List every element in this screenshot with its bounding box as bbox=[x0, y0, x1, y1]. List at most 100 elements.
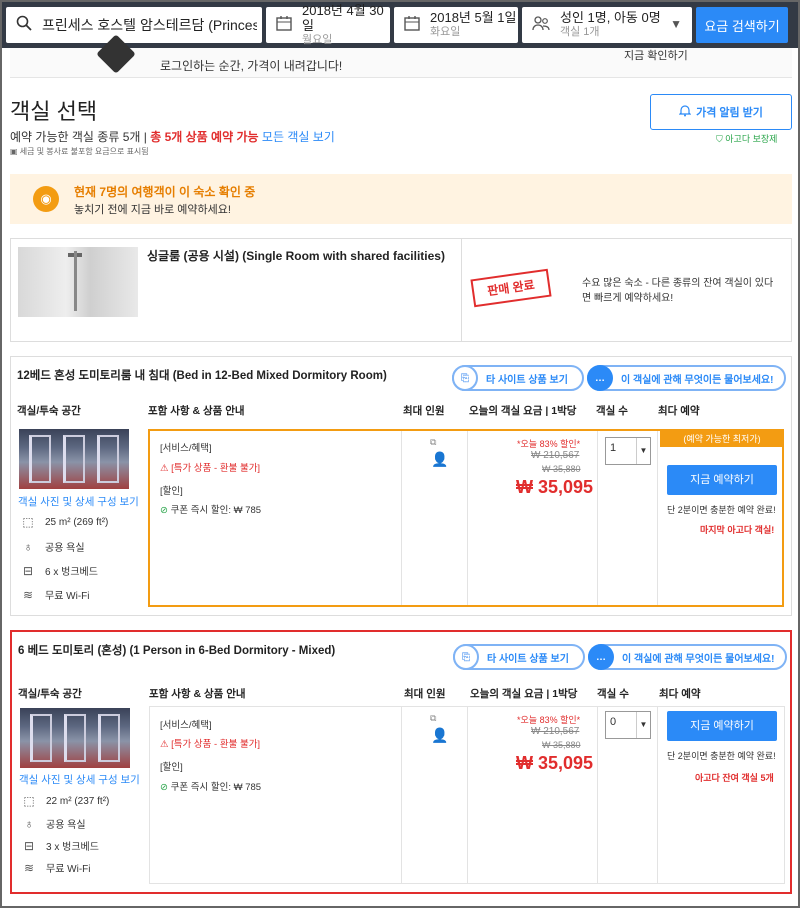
destination-text: 프린세스 호스텔 암스테르담 (Princess Hostel bbox=[42, 17, 257, 33]
coupon-icon: ⊘ bbox=[160, 505, 171, 516]
view-all-rooms-link[interactable]: 모든 객실 보기 bbox=[262, 130, 335, 144]
copy-icon: ⧉ bbox=[430, 437, 437, 447]
room-name: 싱글룸 (공용 시설) (Single Room with shared fac… bbox=[147, 249, 445, 263]
high-demand-note: 수요 많은 숙소 - 다른 종류의 잔여 객실이 있다면 빠르게 예약하세요! bbox=[582, 278, 774, 304]
room-beds: ⊟ 6 x 벙크베드 bbox=[19, 563, 98, 579]
people-icon bbox=[532, 15, 550, 36]
room-size-text: 22 m² (237 ft²) bbox=[46, 795, 110, 807]
ask-question-button[interactable]: … 이 객실에 관해 무엇이든 물어보세요! bbox=[588, 644, 787, 670]
col-header-rooms: 객실 수 bbox=[596, 405, 628, 417]
room-card-12bed: 12베드 혼성 도미토리룸 내 침대 (Bed in 12-Bed Mixed … bbox=[10, 356, 792, 616]
coupon-text: 쿠폰 즉시 할인: ₩ 785 bbox=[170, 782, 262, 793]
viewers-headline: 현재 7명의 여행객이 이 숙소 확인 중 bbox=[74, 185, 256, 199]
shield-icon: ⛉ bbox=[716, 134, 726, 144]
col-header-includes: 포함 사항 & 상품 안내 bbox=[149, 688, 246, 700]
room-qty-value: 0 bbox=[610, 716, 617, 728]
col-header-room: 객실/투숙 공간 bbox=[17, 405, 81, 417]
final-price: ₩ 35,095 bbox=[516, 477, 594, 497]
agoda-guarantee-link[interactable]: ⛉ 아고다 보장제 bbox=[716, 132, 777, 145]
col-header-rooms: 객실 수 bbox=[597, 688, 629, 700]
checkout-date: 2018년 5월 1일 bbox=[430, 10, 517, 25]
available-count-text: 예약 가능한 객실 종류 5개 | bbox=[10, 130, 147, 144]
bed-icon: ⊟ bbox=[22, 563, 34, 578]
available-products-text: 총 5개 상품 예약 가능 bbox=[150, 130, 259, 144]
coupon-row: ⊘ 쿠폰 즉시 할인: ₩ 785 bbox=[160, 777, 261, 795]
service-label: [서비스/혜택] bbox=[160, 720, 212, 731]
tax-note-text: 세금 및 봉사료 불포함 요금으로 표시됨 bbox=[19, 147, 149, 156]
room-photos-link[interactable]: 객실 사진 및 상세 구성 보기 bbox=[19, 772, 140, 787]
room-qty-select[interactable]: 1 ▼ bbox=[605, 437, 651, 465]
book-now-button[interactable]: 지금 예약하기 bbox=[667, 711, 777, 741]
destination-search-field[interactable]: 프린세스 호스텔 암스테르담 (Princess Hostel bbox=[6, 7, 262, 43]
col-header-price: 오늘의 객실 요금 | 1박당 bbox=[470, 688, 578, 700]
room-photo[interactable] bbox=[18, 247, 138, 317]
col-header-includes: 포함 사항 & 상품 안내 bbox=[148, 405, 245, 417]
col-header-max-guests: 최대 인원 bbox=[403, 405, 445, 417]
ask-question-button[interactable]: … 이 객실에 관해 무엇이든 물어보세요! bbox=[587, 365, 786, 391]
external-link-icon: ⎘ bbox=[452, 365, 478, 391]
person-icon: 👤 bbox=[431, 727, 449, 743]
page-title: 객실 선택 bbox=[10, 99, 98, 124]
col-header-max-guests: 최대 인원 bbox=[404, 688, 446, 700]
room-thumbnail[interactable] bbox=[20, 708, 130, 768]
external-link-icon: ⎘ bbox=[453, 644, 479, 670]
nonrefundable-row: ⚠ [특가 상품 - 환불 불가] bbox=[160, 458, 260, 476]
ask-question-label: 이 객실에 관해 무엇이든 물어보세요! bbox=[622, 653, 775, 665]
checkin-date-field[interactable]: 2018년 4월 30일 월요일 bbox=[266, 3, 390, 46]
room-qty-value: 1 bbox=[610, 442, 617, 454]
room-photos-link[interactable]: 객실 사진 및 상세 구성 보기 bbox=[18, 494, 139, 509]
floor-plan-icon: ⬚ bbox=[23, 794, 35, 808]
room-thumbnail[interactable] bbox=[19, 429, 129, 489]
tax-note: ▣ 세금 및 봉사료 불포함 요금으로 표시됨 bbox=[10, 146, 149, 157]
person-icon: 👤 bbox=[431, 451, 449, 467]
copy-icon: ⧉ bbox=[430, 713, 437, 723]
booking-time-note: 단 2분이면 충분한 예약 완료! bbox=[667, 751, 776, 761]
lowest-price-tag: (예약 가능한 최저가) bbox=[660, 431, 784, 447]
guests-dropdown[interactable]: 성인 1명, 아동 0명 객실 1개 ▼ bbox=[522, 7, 692, 43]
shower-icon: ♁ bbox=[24, 816, 34, 831]
calendar-icon bbox=[404, 15, 420, 36]
col-header-price: 오늘의 객실 요금 | 1박당 bbox=[469, 405, 577, 417]
chevron-down-icon: ▼ bbox=[636, 438, 650, 464]
bell-icon bbox=[678, 104, 692, 120]
room-size-text: 25 m² (269 ft²) bbox=[45, 516, 109, 528]
rooms-count: 객실 1개 bbox=[560, 26, 600, 38]
guarantee-label: 아고다 보장제 bbox=[725, 134, 778, 144]
promo-text: *오늘 83% 할인* bbox=[517, 439, 581, 449]
promo-text: *오늘 83% 할인* bbox=[517, 715, 581, 725]
external-sites-label: 타 사이트 상품 보기 bbox=[487, 653, 569, 665]
chat-icon: … bbox=[587, 365, 613, 391]
external-sites-button[interactable]: ⎘ 타 사이트 상품 보기 bbox=[452, 365, 584, 391]
check-now-link[interactable]: 지금 확인하기 bbox=[624, 47, 688, 63]
external-sites-button[interactable]: ⎘ 타 사이트 상품 보기 bbox=[453, 644, 585, 670]
chevron-down-icon: ▼ bbox=[670, 17, 682, 31]
rate-row: [서비스/혜택] ⚠ [특가 상품 - 환불 불가] [할인] ⊘ 쿠폰 즉시 … bbox=[148, 429, 784, 607]
discount-label: [할인] bbox=[160, 762, 183, 773]
info-icon: ▣ bbox=[10, 147, 20, 156]
book-now-button[interactable]: 지금 예약하기 bbox=[667, 465, 777, 495]
coupon-icon: ⊘ bbox=[160, 782, 171, 793]
room-beds-text: 3 x 벙크베드 bbox=[46, 842, 99, 853]
col-header-room: 객실/투숙 공간 bbox=[18, 688, 82, 700]
room-qty-select[interactable]: 0 ▼ bbox=[605, 711, 651, 739]
booking-time-note: 단 2분이면 충분한 예약 완료! bbox=[667, 505, 776, 515]
price-alert-button[interactable]: 가격 알림 받기 bbox=[650, 94, 792, 130]
room-title: 12베드 혼성 도미토리룸 내 침대 (Bed in 12-Bed Mixed … bbox=[17, 370, 387, 382]
price-alert-label: 가격 알림 받기 bbox=[696, 107, 763, 119]
last-room-note: 마지막 아고다 객실! bbox=[700, 525, 775, 535]
checkout-date-field[interactable]: 2018년 5월 1일 화요일 bbox=[394, 7, 518, 43]
original-price: ₩ 210,567 bbox=[531, 726, 580, 737]
discount-label: [할인] bbox=[160, 486, 183, 497]
crossed-price: ₩ 35,880 bbox=[542, 740, 581, 750]
room-card-6bed: 6 베드 도미토리 (혼성) (1 Person in 6-Bed Dormit… bbox=[10, 630, 792, 894]
guests-count: 성인 1명, 아동 0명 bbox=[560, 10, 661, 25]
remaining-rooms-note: 아고다 잔여 객실 5개 bbox=[695, 773, 774, 783]
room-wifi-text: 무료 Wi-Fi bbox=[46, 864, 91, 875]
search-rates-button[interactable]: 요금 검색하기 bbox=[696, 7, 788, 43]
room-beds-text: 6 x 벙크베드 bbox=[45, 567, 98, 578]
coupon-text: 쿠폰 즉시 할인: ₩ 785 bbox=[170, 505, 262, 516]
nonrefundable-text: [특가 상품 - 환불 불가] bbox=[171, 739, 261, 750]
room-bath: ♁ 공용 욕실 bbox=[20, 816, 86, 832]
chat-icon: … bbox=[588, 644, 614, 670]
room-wifi: ≋ 무료 Wi-Fi bbox=[19, 587, 90, 603]
